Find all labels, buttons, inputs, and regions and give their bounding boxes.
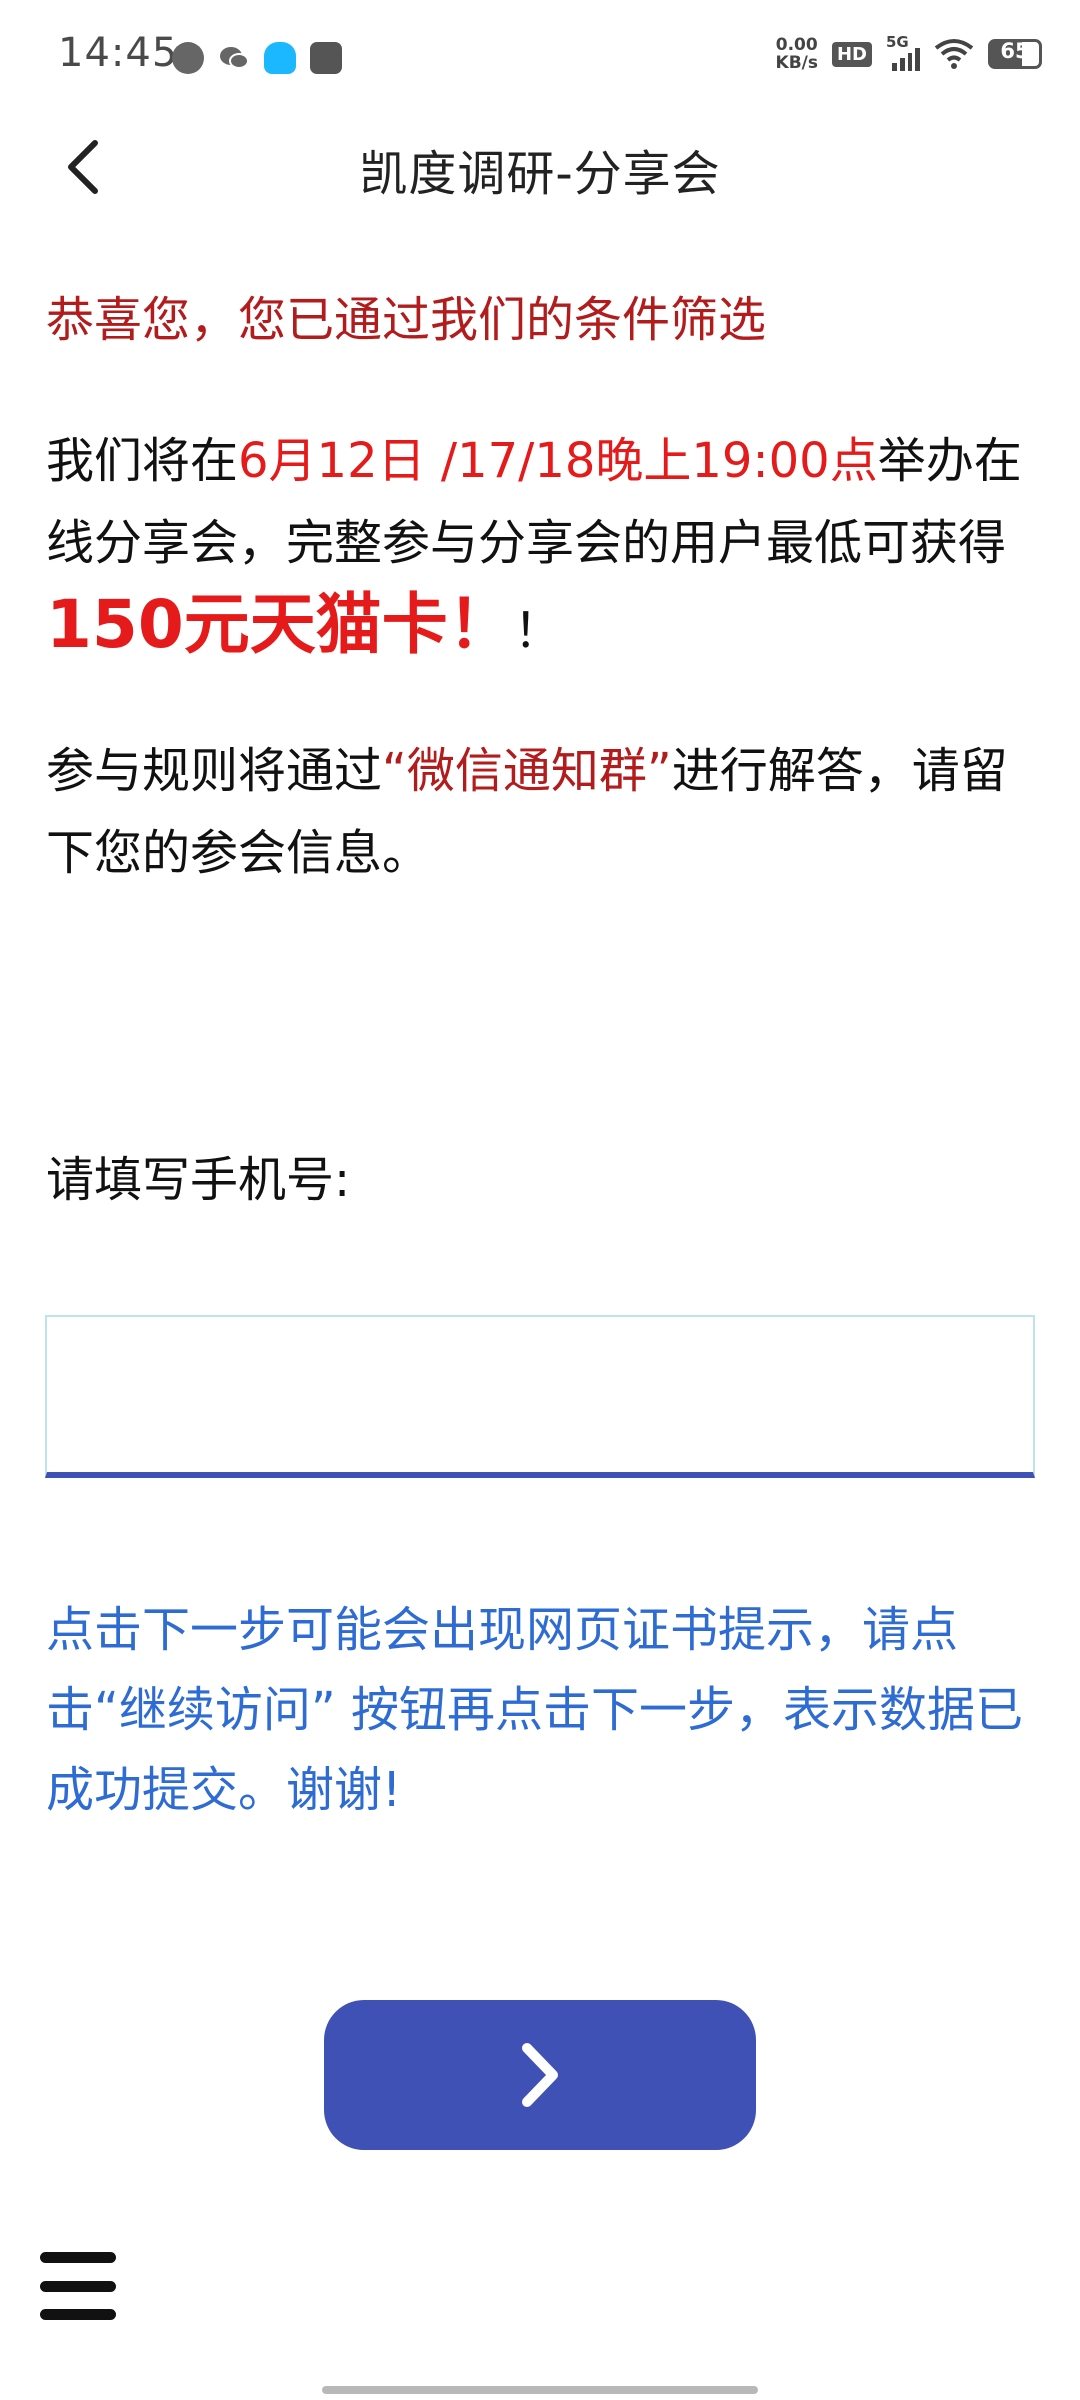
phone-label: 请填写手机号: <box>46 1152 351 1208</box>
battery-icon: 65 <box>988 39 1042 69</box>
main-content: 恭喜您，您已通过我们的条件筛选 我们将在6月12日 /17/18晚上19:00点… <box>46 280 1036 894</box>
signal-5g-icon: 5G <box>886 33 920 71</box>
status-bar: 14:45 0.00 KB/s HD 5G 65 <box>0 0 1080 120</box>
app-header: 凯度调研-分享会 <box>0 110 1080 220</box>
info-prefix: 我们将在 <box>46 433 239 489</box>
wechat-group-text: “微信通知群” <box>382 743 672 799</box>
home-indicator[interactable] <box>322 2386 758 2394</box>
event-dates: 6月12日 /17/18晚上19:00点 <box>238 433 878 489</box>
congrats-message: 恭喜您，您已通过我们的条件筛选 <box>46 292 767 348</box>
page-title: 凯度调研-分享会 <box>359 146 721 202</box>
phone-input[interactable] <box>45 1315 1035 1478</box>
notification-icons <box>172 42 342 74</box>
hd-icon: HD <box>831 41 872 67</box>
prize-text: 150元天猫卡！ <box>46 586 514 663</box>
system-indicators: 0.00 KB/s HD 5G 65 <box>775 33 1042 73</box>
wechat-icon <box>220 47 249 69</box>
app-square-icon <box>310 42 342 74</box>
wifi-icon <box>934 39 974 69</box>
event-info: 我们将在6月12日 /17/18晚上19:00点举办在线分享会，完整参与分享会的… <box>46 420 1036 672</box>
next-button[interactable] <box>324 2000 756 2150</box>
info-suffix: ！ <box>513 603 562 659</box>
network-speed: 0.00 KB/s <box>775 35 818 73</box>
status-time: 14:45 <box>58 30 179 76</box>
hamburger-menu-icon[interactable] <box>40 2252 116 2320</box>
rules-prefix: 参与规则将通过 <box>46 743 383 799</box>
qq-icon <box>264 42 296 74</box>
app-notification-icon <box>172 42 204 74</box>
chevron-right-icon <box>522 2043 558 2107</box>
rules-info: 参与规则将通过“微信通知群”进行解答，请留下您的参会信息。 <box>46 730 1036 894</box>
certificate-notice: 点击下一步可能会出现网页证书提示，请点击“继续访问” 按钮再点击下一步，表示数据… <box>46 1602 1023 1818</box>
